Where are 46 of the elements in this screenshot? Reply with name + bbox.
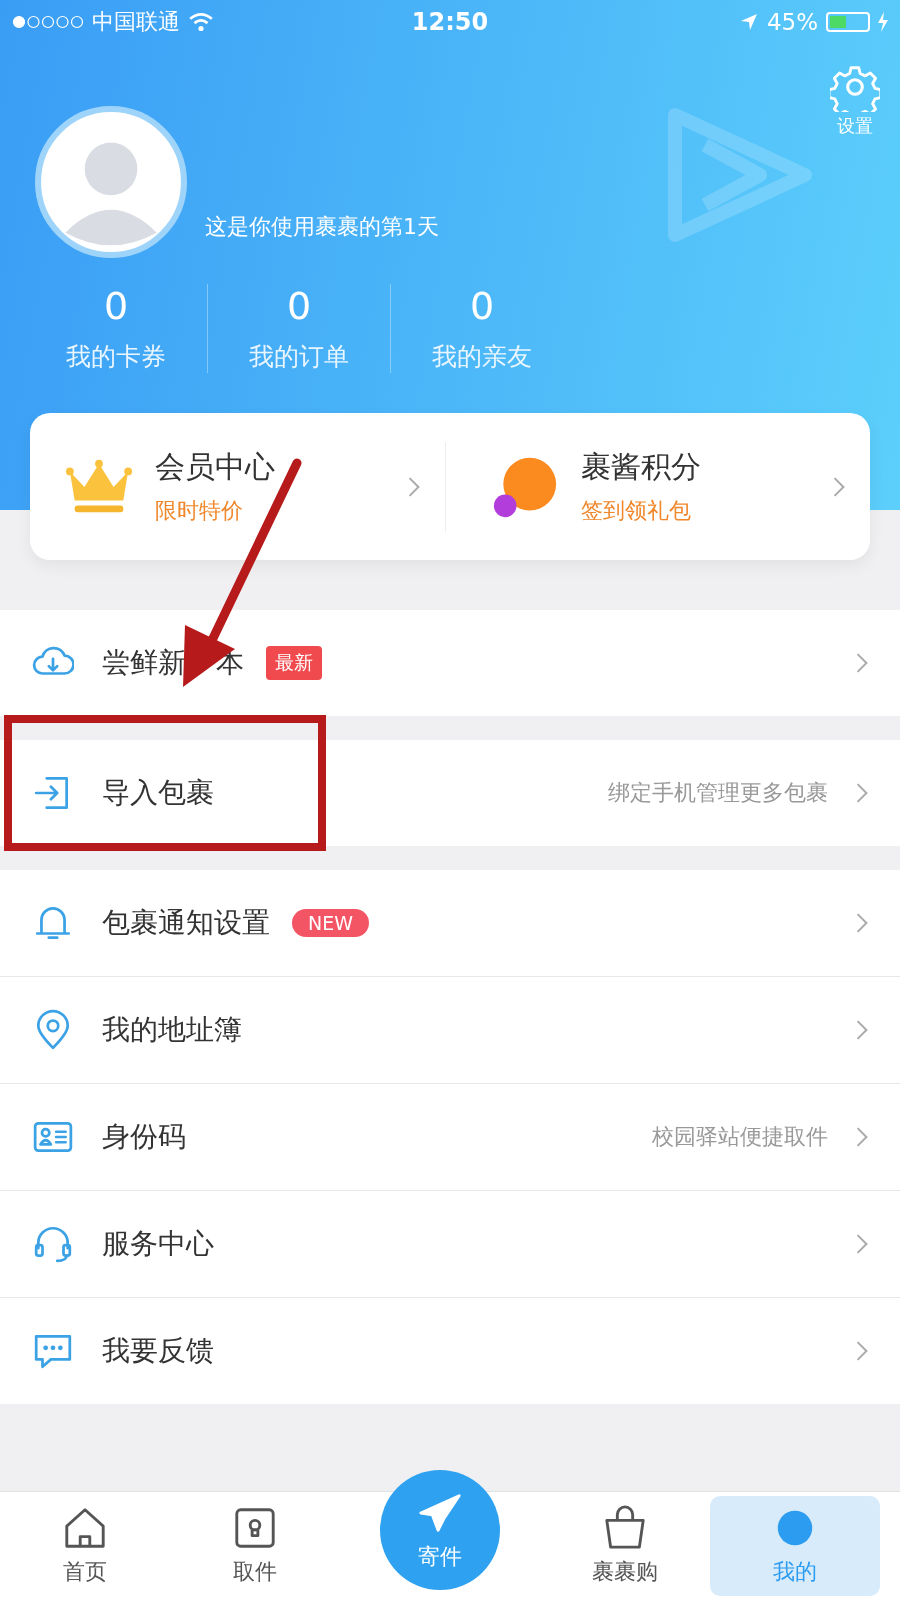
new-badge: NEW bbox=[292, 909, 369, 937]
menu-label: 我要反馈 bbox=[102, 1333, 214, 1369]
battery-icon bbox=[826, 12, 870, 32]
chevron-icon bbox=[856, 1234, 868, 1254]
menu-hint: 绑定手机管理更多包裹 bbox=[608, 779, 828, 807]
status-time: 12:50 bbox=[411, 8, 489, 36]
chevron-icon bbox=[856, 1020, 868, 1040]
card-subtitle: 签到领礼包 bbox=[580, 497, 692, 525]
menu-label: 包裹通知设置 bbox=[102, 905, 270, 941]
new-badge: 最新 bbox=[266, 646, 322, 680]
menu-row[interactable]: 服务中心 bbox=[0, 1190, 900, 1297]
menu-label: 尝鲜新 bbox=[102, 645, 186, 681]
tab-item[interactable]: 取件 bbox=[170, 1492, 340, 1600]
chevron-icon bbox=[833, 476, 845, 497]
chevron-icon bbox=[856, 1341, 868, 1361]
menu-label: 服务中心 bbox=[102, 1226, 214, 1262]
menu-row[interactable]: 包裹通知设置 NEW bbox=[0, 870, 900, 976]
menu-hint: 校园驿站便捷取件 bbox=[652, 1123, 828, 1151]
menu-row[interactable]: 我的地址簿 bbox=[0, 976, 900, 1083]
card-subtitle: 限时特价 bbox=[155, 497, 244, 525]
chevron-icon bbox=[856, 1127, 868, 1147]
carrier-name: 中国联通 bbox=[92, 8, 180, 36]
welcome-text: 这是你使用裹裹的第1天 bbox=[205, 213, 439, 241]
chevron-icon bbox=[856, 783, 868, 803]
chevron-icon bbox=[407, 476, 420, 497]
tab-item[interactable]: 首页 bbox=[0, 1492, 170, 1600]
chevron-icon bbox=[856, 913, 868, 933]
wifi-icon bbox=[188, 12, 214, 32]
home-icon bbox=[62, 1505, 108, 1551]
battery-percent: 45% bbox=[766, 9, 818, 35]
menu-row[interactable]: 身份码 校园驿站便捷取件 bbox=[0, 1083, 900, 1190]
menu-label: 身份码 bbox=[102, 1119, 186, 1155]
card-title[interactable]: 裹酱积分 bbox=[580, 447, 811, 488]
chevron-icon bbox=[856, 653, 868, 673]
play-logo-icon bbox=[665, 105, 815, 245]
card-title[interactable]: 会员中心 bbox=[155, 447, 386, 488]
signal-icon bbox=[12, 15, 84, 29]
avatar[interactable] bbox=[35, 106, 187, 258]
menu-row[interactable]: 导入包裹 绑定手机管理更多包裹 bbox=[0, 740, 900, 846]
tab-item[interactable]: 裹裹购 bbox=[540, 1492, 710, 1600]
menu-row[interactable]: 我要反馈 bbox=[0, 1297, 900, 1404]
menu-label: 我的地址簿 bbox=[102, 1012, 242, 1048]
charging-icon bbox=[878, 12, 888, 32]
bag-icon bbox=[602, 1505, 648, 1551]
locker-icon bbox=[232, 1505, 278, 1551]
menu-label: 导入包裹 bbox=[102, 775, 214, 811]
